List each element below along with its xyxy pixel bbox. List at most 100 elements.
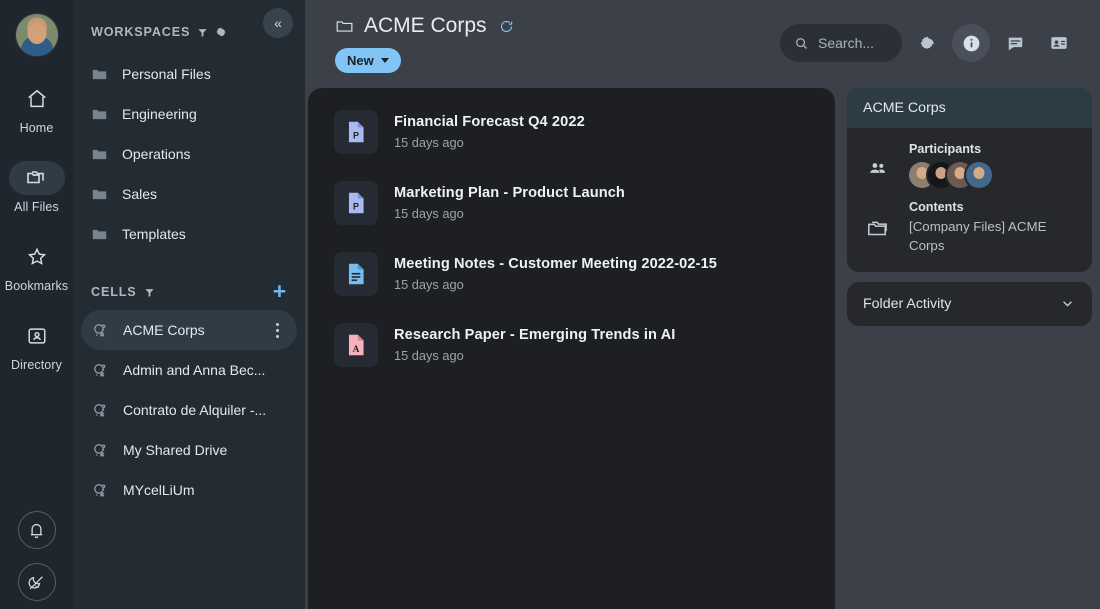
folder-icon: [91, 106, 108, 123]
sidebar-cell-admin-and-anna[interactable]: Admin and Anna Bec...: [81, 350, 297, 390]
cell-label: Admin and Anna Bec...: [123, 362, 266, 378]
rail-item-bookmarks[interactable]: Bookmarks: [0, 240, 73, 293]
info-card-body: Participants Contents [Company Files] AC…: [847, 128, 1092, 272]
info-icon: [961, 33, 982, 54]
contact-card-icon: [9, 319, 65, 353]
gear-icon: [918, 34, 937, 53]
new-button[interactable]: New: [335, 48, 401, 73]
theme-toggle-button[interactable]: [17, 563, 56, 601]
file-row[interactable]: Meeting Notes - Customer Meeting 2022-02…: [308, 238, 835, 309]
star-icon: [9, 240, 65, 274]
add-cell-button[interactable]: +: [273, 279, 287, 303]
chat-icon: [1006, 34, 1025, 53]
cell-label: ACME Corps: [123, 322, 205, 338]
folder-info-card: ACME Corps Participants Contents [Compan…: [847, 88, 1092, 272]
info-panel: ACME Corps Participants Contents [Compan…: [847, 88, 1092, 326]
new-button-label: New: [347, 53, 374, 68]
sidebar-cell-acme-corps[interactable]: ACME Corps: [81, 310, 297, 350]
toolbar: Search...: [780, 24, 1078, 62]
file-title: Research Paper - Emerging Trends in AI: [394, 326, 676, 343]
cell-label: Contrato de Alquiler -...: [123, 402, 267, 418]
chat-button[interactable]: [996, 24, 1034, 62]
file-row[interactable]: P Marketing Plan - Product Launch 15 day…: [308, 167, 835, 238]
filter-icon[interactable]: [197, 27, 208, 38]
file-modified: 15 days ago: [394, 276, 464, 292]
rail-item-home[interactable]: Home: [0, 82, 73, 135]
cell-options-button[interactable]: [267, 322, 287, 338]
breadcrumb: ACME Corps: [335, 14, 514, 38]
svg-text:P: P: [353, 130, 359, 140]
folder-icon: [861, 200, 895, 256]
search-placeholder: Search...: [818, 35, 875, 51]
file-list: P Financial Forecast Q4 2022 15 days ago…: [308, 88, 835, 609]
user-avatar[interactable]: [15, 14, 58, 56]
topbar: ACME Corps New Search...: [305, 0, 1100, 88]
sidebar-item-personal-files[interactable]: Personal Files: [73, 54, 305, 94]
sidebar-item-templates[interactable]: Templates: [73, 214, 305, 254]
workspaces-title: WORKSPACES: [91, 25, 191, 39]
contacts-button[interactable]: [1040, 24, 1078, 62]
folder-activity-label: Folder Activity: [863, 295, 952, 312]
sidebar-cell-contrato-de-alquiler[interactable]: Contrato de Alquiler -...: [81, 390, 297, 430]
cells-section-header: CELLS +: [73, 276, 305, 304]
rail-item-all-files[interactable]: All Files: [0, 161, 73, 214]
file-row[interactable]: P Financial Forecast Q4 2022 15 days ago: [308, 96, 835, 167]
sidebar-item-operations[interactable]: Operations: [73, 134, 305, 174]
ppt-file-icon: P: [334, 109, 378, 154]
file-row[interactable]: A Research Paper - Emerging Trends in AI…: [308, 309, 835, 380]
chevron-down-icon[interactable]: [1059, 295, 1076, 312]
folder-activity-section[interactable]: Folder Activity: [847, 281, 1092, 326]
participants-avatars[interactable]: [909, 162, 992, 188]
avatar[interactable]: [966, 162, 992, 188]
sidebar-cell-mycellium[interactable]: MYcelLiUm: [81, 470, 297, 510]
workspaces-list: Personal Files Engineering Operations Sa…: [73, 54, 305, 254]
info-button[interactable]: [952, 24, 990, 62]
participants-label: Participants: [909, 142, 982, 156]
file-title: Financial Forecast Q4 2022: [394, 113, 585, 130]
info-card-title: ACME Corps: [847, 88, 1092, 128]
sidebar: WORKSPACES Personal Files Engineering Op…: [73, 0, 305, 609]
cell-icon: [91, 361, 110, 380]
notifications-button[interactable]: [17, 511, 56, 549]
sidebar-item-label: Templates: [122, 226, 186, 242]
page-title: ACME Corps: [364, 14, 487, 37]
rail-label-bookmarks: Bookmarks: [4, 279, 69, 293]
app-root: Home All Files Bookmarks Directory WORKS…: [0, 0, 1100, 609]
folder-icon: [335, 17, 354, 36]
refresh-icon[interactable]: [499, 19, 514, 34]
cell-label: My Shared Drive: [123, 442, 228, 458]
rail-label-all-files: All Files: [14, 200, 59, 214]
file-title: Marketing Plan - Product Launch: [394, 184, 625, 201]
cell-icon: [91, 321, 110, 340]
contents-label: Contents: [909, 200, 964, 214]
sidebar-cell-my-shared-drive[interactable]: My Shared Drive: [81, 430, 297, 470]
rail-bottom-group: [0, 511, 73, 601]
pdf-file-icon: A: [334, 322, 378, 367]
collapse-sidebar-button[interactable]: «: [263, 8, 293, 38]
personal-folder-icon: [91, 66, 108, 83]
filter-icon[interactable]: [144, 287, 155, 298]
cell-label: MYcelLiUm: [123, 482, 195, 498]
cell-icon: [91, 481, 110, 500]
rail-label-directory: Directory: [11, 358, 62, 372]
cells-list: ACME Corps Admin and Anna Bec... Contrat…: [73, 310, 305, 510]
sidebar-item-engineering[interactable]: Engineering: [73, 94, 305, 134]
file-modified: 15 days ago: [394, 205, 464, 221]
gear-icon[interactable]: [215, 26, 227, 38]
folder-icon: [91, 226, 108, 243]
cell-icon: [91, 441, 110, 460]
rail-item-directory[interactable]: Directory: [0, 319, 73, 372]
chevron-down-icon: [380, 58, 389, 63]
contact-card-icon: [1049, 33, 1069, 53]
settings-button[interactable]: [908, 24, 946, 62]
file-modified: 15 days ago: [394, 347, 464, 363]
cells-title: CELLS: [91, 285, 137, 299]
svg-text:P: P: [353, 201, 359, 211]
cell-icon: [91, 401, 110, 420]
folder-icon: [91, 186, 108, 203]
files-icon: [8, 161, 65, 195]
search-icon: [794, 36, 809, 51]
sidebar-item-label: Engineering: [122, 106, 197, 122]
search-input[interactable]: Search...: [780, 24, 902, 62]
sidebar-item-sales[interactable]: Sales: [73, 174, 305, 214]
